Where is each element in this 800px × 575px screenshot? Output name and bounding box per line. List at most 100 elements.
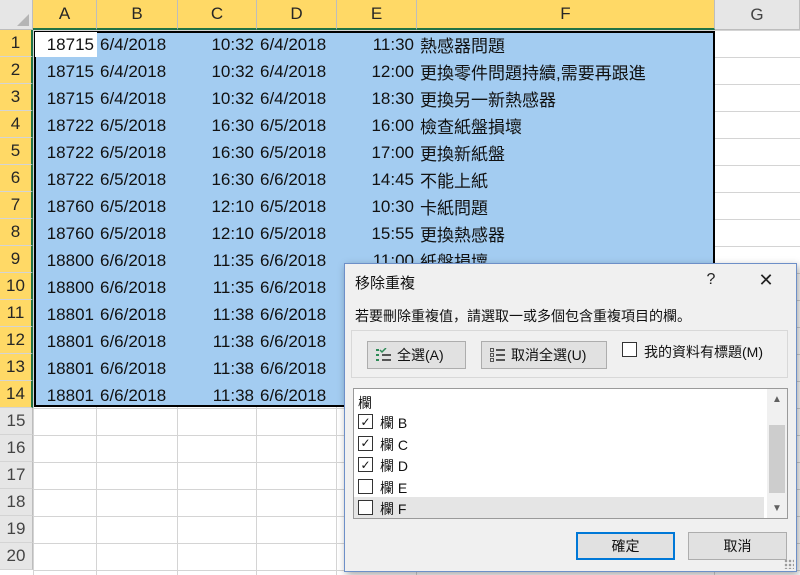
cell-b5[interactable]: 6/5/2018 [97,139,178,166]
cell-f8[interactable]: 更換熱感器 [417,220,715,247]
cell-b3[interactable]: 6/4/2018 [97,85,178,112]
row-header-1[interactable]: 1 [0,30,33,57]
cell-c5[interactable]: 16:30 [178,139,257,166]
cell-c4[interactable]: 16:30 [178,112,257,139]
cell-a14[interactable]: 18801 [33,382,97,409]
has-headers-checkbox[interactable] [622,342,637,357]
cell-d5[interactable]: 6/5/2018 [257,139,337,166]
cell-f4[interactable]: 檢查紙盤損壞 [417,112,715,139]
cell-d6[interactable]: 6/6/2018 [257,166,337,193]
cell-d4[interactable]: 6/5/2018 [257,112,337,139]
cell-d14[interactable]: 6/6/2018 [257,382,337,409]
cell-d1[interactable]: 6/4/2018 [257,31,337,58]
cell-b6[interactable]: 6/5/2018 [97,166,178,193]
cell-e1[interactable]: 11:30 [337,31,417,58]
scroll-down-icon[interactable]: ▼ [767,498,787,518]
row-header-7[interactable]: 7 [0,192,33,219]
column-header-g[interactable]: G [715,0,800,30]
cell-c10[interactable]: 11:35 [178,274,257,301]
row-header-10[interactable]: 10 [0,273,33,300]
column-checkbox[interactable]: ✓ [358,435,373,451]
cell-f7[interactable]: 卡紙問題 [417,193,715,220]
cell-e8[interactable]: 15:55 [337,220,417,247]
ok-button[interactable]: 確定 [576,532,675,560]
help-icon[interactable]: ? [701,269,721,291]
column-checkbox[interactable]: ✓ [358,457,373,472]
cell-a6[interactable]: 18722 [33,166,97,193]
cell-a12[interactable]: 18801 [33,328,97,355]
cell-a13[interactable]: 18801 [33,355,97,382]
cell-b7[interactable]: 6/5/2018 [97,193,178,220]
cell-e3[interactable]: 18:30 [337,85,417,112]
cell-c2[interactable]: 10:32 [178,58,257,85]
row-header-20[interactable]: 20 [0,543,33,570]
row-header-4[interactable]: 4 [0,111,33,138]
row-header-15[interactable]: 15 [0,408,33,435]
columns-list[interactable]: 欄 ✓ 欄 B ✓ 欄 C ✓ 欄 D 欄 E 欄 F ▲ ▼ [353,388,788,519]
column-header-d[interactable]: D [257,0,337,30]
row-header-16[interactable]: 16 [0,435,33,462]
cell-a10[interactable]: 18800 [33,274,97,301]
column-header-f[interactable]: F [417,0,715,30]
cell-f1[interactable]: 熱感器問題 [417,31,715,58]
column-list-item[interactable]: ✓ 欄 B [354,411,764,432]
cell-f6[interactable]: 不能上紙 [417,166,715,193]
column-list-item[interactable]: 欄 F [354,497,764,518]
row-header-5[interactable]: 5 [0,138,33,165]
cell-d10[interactable]: 6/6/2018 [257,274,337,301]
cell-a8[interactable]: 18760 [33,220,97,247]
scrollbar-thumb[interactable] [769,425,785,493]
cell-d11[interactable]: 6/6/2018 [257,301,337,328]
cell-a3[interactable]: 18715 [33,85,97,112]
cell-a9[interactable]: 18800 [33,247,97,274]
cell-b8[interactable]: 6/5/2018 [97,220,178,247]
cell-c9[interactable]: 11:35 [178,247,257,274]
scroll-up-icon[interactable]: ▲ [767,389,787,409]
column-checkbox[interactable] [358,500,373,515]
cell-c11[interactable]: 11:38 [178,301,257,328]
row-header-2[interactable]: 2 [0,57,33,84]
cell-b9[interactable]: 6/6/2018 [97,247,178,274]
cell-d9[interactable]: 6/6/2018 [257,247,337,274]
cell-a5[interactable]: 18722 [33,139,97,166]
cell-e6[interactable]: 14:45 [337,166,417,193]
column-list-item[interactable]: ✓ 欄 D [354,454,764,475]
close-icon[interactable]: ✕ [755,269,777,291]
select-all-corner[interactable] [0,0,33,30]
cell-c6[interactable]: 16:30 [178,166,257,193]
column-header-a[interactable]: A [33,0,97,30]
cell-e5[interactable]: 17:00 [337,139,417,166]
column-header-c[interactable]: C [178,0,257,30]
cell-b10[interactable]: 6/6/2018 [97,274,178,301]
row-header-12[interactable]: 12 [0,327,33,354]
cell-c12[interactable]: 11:38 [178,328,257,355]
row-header-14[interactable]: 14 [0,381,33,408]
row-header-13[interactable]: 13 [0,354,33,381]
resize-grip-icon[interactable] [784,559,794,569]
cell-f2[interactable]: 更換零件問題持續,需要再跟進 [417,58,715,85]
cell-d8[interactable]: 6/5/2018 [257,220,337,247]
cell-f5[interactable]: 更換新紙盤 [417,139,715,166]
cell-c1[interactable]: 10:32 [178,31,257,58]
row-header-18[interactable]: 18 [0,489,33,516]
cell-e4[interactable]: 16:00 [337,112,417,139]
cell-b11[interactable]: 6/6/2018 [97,301,178,328]
cell-b2[interactable]: 6/4/2018 [97,58,178,85]
column-list-item[interactable]: 欄 E [354,476,764,497]
row-header-6[interactable]: 6 [0,165,33,192]
list-scrollbar[interactable]: ▲ ▼ [767,389,787,518]
cell-a1[interactable]: 18715 [35,32,97,57]
cell-d12[interactable]: 6/6/2018 [257,328,337,355]
cell-b4[interactable]: 6/5/2018 [97,112,178,139]
row-header-9[interactable]: 9 [0,246,33,273]
column-header-b[interactable]: B [97,0,178,30]
row-header-8[interactable]: 8 [0,219,33,246]
row-header-3[interactable]: 3 [0,84,33,111]
select-all-button[interactable]: 全選(A) [367,341,466,369]
cell-c3[interactable]: 10:32 [178,85,257,112]
column-checkbox[interactable]: ✓ [358,414,373,429]
cell-e2[interactable]: 12:00 [337,58,417,85]
cell-c7[interactable]: 12:10 [178,193,257,220]
cell-b14[interactable]: 6/6/2018 [97,382,178,409]
cell-b1[interactable]: 6/4/2018 [97,31,178,58]
